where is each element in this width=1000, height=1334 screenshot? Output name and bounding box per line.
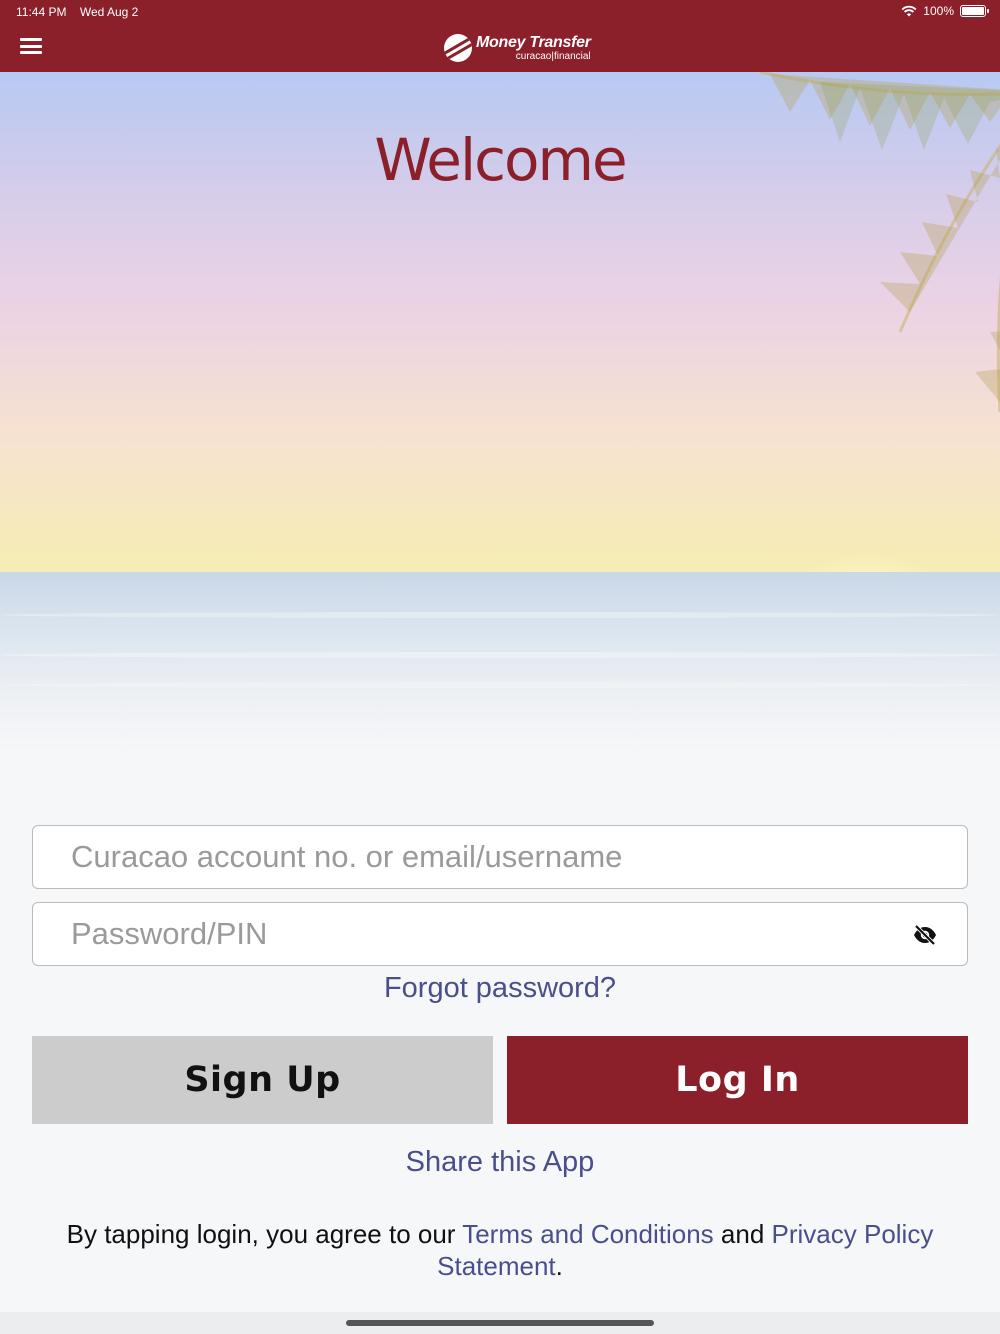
wave bbox=[0, 682, 1000, 688]
eye-slash-icon[interactable] bbox=[913, 923, 937, 947]
globe-logo-icon bbox=[444, 34, 472, 62]
logo-subtitle: curacao|financial bbox=[515, 50, 591, 62]
home-indicator[interactable] bbox=[346, 1320, 654, 1326]
welcome-heading: Welcome bbox=[374, 126, 627, 194]
app-logo: Money Transfer curacao|financial bbox=[444, 33, 591, 63]
battery-level bbox=[962, 7, 984, 15]
share-app-link[interactable]: Share this App bbox=[0, 1146, 1000, 1179]
wave bbox=[0, 652, 1000, 658]
wave bbox=[0, 612, 1000, 618]
terms-notice: By tapping login, you agree to our Terms… bbox=[40, 1218, 960, 1282]
status-bar-right: 100% bbox=[901, 4, 989, 18]
terms-middle: and bbox=[713, 1219, 772, 1249]
terms-and-conditions-link[interactable]: Terms and Conditions bbox=[462, 1219, 713, 1249]
logo-title: Money Transfer bbox=[476, 33, 591, 51]
password-field[interactable] bbox=[32, 902, 968, 966]
status-date: Wed Aug 2 bbox=[79, 5, 139, 19]
top-bar: 11:44 PM Wed Aug 2 100% Money Transfer c… bbox=[0, 0, 1000, 72]
battery-percent: 100% bbox=[923, 4, 954, 18]
hamburger-menu-icon[interactable] bbox=[20, 38, 42, 54]
sea-and-beach bbox=[0, 572, 1000, 752]
terms-suffix: . bbox=[555, 1251, 563, 1281]
username-input[interactable] bbox=[33, 826, 967, 888]
status-time: 11:44 PM bbox=[16, 5, 67, 19]
status-bar-left: 11:44 PM Wed Aug 2 bbox=[16, 5, 148, 19]
wifi-icon bbox=[901, 5, 917, 17]
forgot-password-link[interactable]: Forgot password? bbox=[0, 972, 1000, 1005]
terms-prefix: By tapping login, you agree to our bbox=[66, 1219, 463, 1249]
logo-text: Money Transfer curacao|financial bbox=[476, 33, 591, 62]
log-in-button[interactable]: Log In bbox=[507, 1036, 968, 1124]
sign-up-button[interactable]: Sign Up bbox=[32, 1036, 493, 1124]
password-input[interactable] bbox=[33, 903, 967, 965]
battery-icon bbox=[960, 5, 989, 17]
username-field[interactable] bbox=[32, 825, 968, 889]
